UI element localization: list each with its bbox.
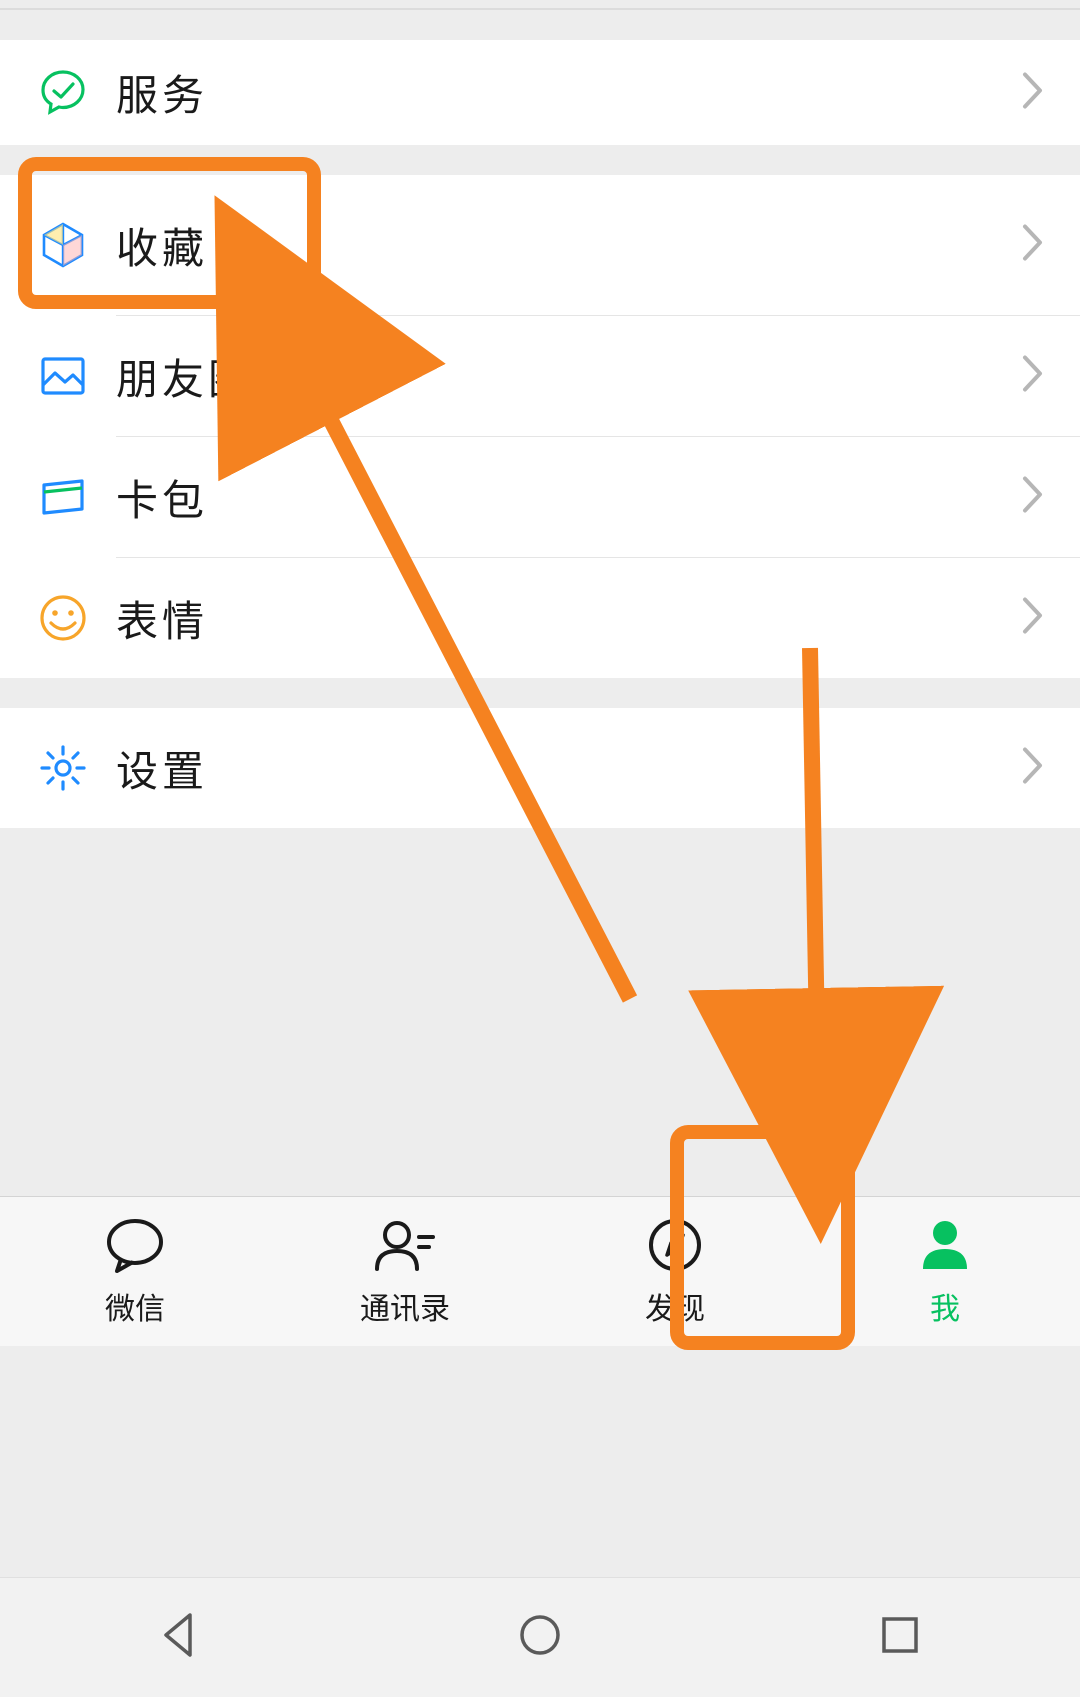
- top-pad: [0, 0, 1080, 8]
- stickers-label: 表情: [116, 588, 208, 649]
- row-service[interactable]: 服务: [0, 40, 1080, 145]
- tab-contacts-label: 通讯录: [360, 1284, 450, 1328]
- tab-me[interactable]: 我: [810, 1197, 1080, 1346]
- favorites-icon: [38, 220, 88, 270]
- gap-after-service: [0, 145, 1080, 175]
- tab-me-label: 我: [930, 1284, 960, 1328]
- bottom-tab-bar: 微信 通讯录 发现: [0, 1196, 1080, 1346]
- row-moments[interactable]: 朋友圈: [0, 316, 1080, 436]
- settings-label: 设置: [116, 738, 208, 799]
- android-nav-bar: [0, 1577, 1080, 1697]
- chevron-right-icon: [1022, 71, 1044, 114]
- nav-home-icon[interactable]: [512, 1607, 568, 1668]
- chevron-right-icon: [1022, 597, 1044, 640]
- moments-icon: [38, 351, 88, 401]
- nav-back-icon[interactable]: [152, 1607, 208, 1668]
- tab-discover-label: 发现: [645, 1284, 705, 1328]
- service-icon: [38, 68, 88, 118]
- discover-icon: [643, 1215, 707, 1280]
- tab-contacts[interactable]: 通讯录: [270, 1197, 540, 1346]
- chevron-right-icon: [1022, 224, 1044, 267]
- chat-icon: [103, 1215, 167, 1280]
- service-label: 服务: [116, 62, 208, 123]
- cards-label: 卡包: [116, 467, 208, 528]
- favorites-label: 收藏: [116, 215, 208, 276]
- tab-chat[interactable]: 微信: [0, 1197, 270, 1346]
- stickers-icon: [38, 593, 88, 643]
- group-settings: 设置: [0, 708, 1080, 828]
- gap-above-service: [0, 10, 1080, 40]
- row-settings[interactable]: 设置: [0, 708, 1080, 828]
- tab-chat-label: 微信: [105, 1284, 165, 1328]
- wechat-me-screen: 服务 收藏: [0, 0, 1080, 1697]
- cards-icon: [38, 472, 88, 522]
- row-cards[interactable]: 卡包: [0, 437, 1080, 557]
- me-icon: [913, 1215, 977, 1280]
- gap-after-items: [0, 678, 1080, 708]
- moments-label: 朋友圈: [116, 346, 254, 407]
- tab-discover[interactable]: 发现: [540, 1197, 810, 1346]
- row-stickers[interactable]: 表情: [0, 558, 1080, 678]
- chevron-right-icon: [1022, 747, 1044, 790]
- row-favorites[interactable]: 收藏: [0, 175, 1080, 315]
- chevron-right-icon: [1022, 355, 1044, 398]
- nav-recents-icon[interactable]: [872, 1607, 928, 1668]
- group-items: 收藏 朋友圈: [0, 175, 1080, 678]
- settings-icon: [38, 743, 88, 793]
- chevron-right-icon: [1022, 476, 1044, 519]
- contacts-icon: [373, 1215, 437, 1280]
- group-service: 服务: [0, 40, 1080, 145]
